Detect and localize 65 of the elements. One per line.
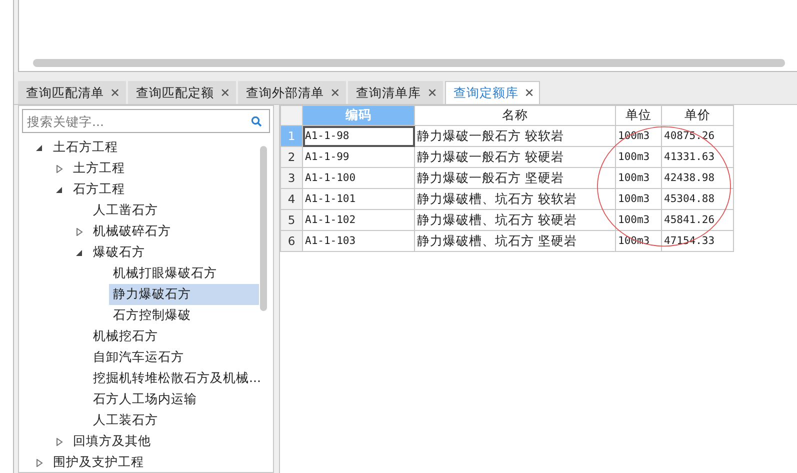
tab[interactable]: 查询匹配定额 ✕ bbox=[128, 81, 236, 104]
collapsed-triangle-icon[interactable] bbox=[56, 438, 62, 446]
tab[interactable]: 查询清单库 ✕ bbox=[348, 81, 444, 104]
table-cell: 45304.88 bbox=[662, 188, 734, 210]
tree-item[interactable]: 自卸汽车运石方 bbox=[89, 347, 188, 368]
row-number[interactable]: 4 bbox=[280, 188, 302, 210]
tree-item[interactable]: 石方工程 bbox=[69, 179, 129, 200]
tree-item[interactable]: 人工装石方 bbox=[89, 410, 162, 431]
tree-item[interactable]: 人工凿石方 bbox=[89, 200, 162, 221]
collapsed-triangle-icon[interactable] bbox=[56, 164, 62, 172]
table-cell: 100m3 bbox=[616, 188, 662, 210]
column-header[interactable]: 名称 bbox=[414, 106, 616, 126]
tree-item[interactable]: 石方人工场内运输 bbox=[89, 389, 201, 410]
column-header[interactable]: 单位 bbox=[616, 106, 662, 126]
tree-item[interactable]: 机械打眼爆破石方 bbox=[109, 263, 221, 284]
tree-item[interactable]: 机械挖石方 bbox=[89, 326, 162, 347]
row-number[interactable]: 5 bbox=[280, 210, 302, 230]
table-cell: 41331.63 bbox=[662, 146, 734, 168]
table-cell: A1-1-99 bbox=[302, 146, 414, 168]
table-cell: A1-1-101 bbox=[302, 188, 414, 210]
table-cell: 静力爆破一般石方 较硬岩 bbox=[414, 146, 616, 168]
close-button[interactable]: ✕ bbox=[330, 86, 340, 100]
close-button[interactable]: ✕ bbox=[110, 86, 120, 100]
table-cell: A1-1-102 bbox=[302, 210, 414, 230]
tree-item[interactable]: 土方工程 bbox=[69, 158, 129, 179]
column-header[interactable]: 单价 bbox=[662, 106, 734, 126]
tree-item[interactable]: 静力爆破石方 bbox=[109, 284, 259, 305]
close-button[interactable]: ✕ bbox=[524, 86, 534, 100]
collapsed-triangle-icon[interactable] bbox=[36, 458, 42, 466]
table-cell: A1-1-98 bbox=[302, 126, 414, 146]
vertical-scrollbar[interactable] bbox=[260, 146, 267, 311]
row-number[interactable]: 6 bbox=[280, 230, 302, 252]
table-cell: A1-1-103 bbox=[302, 230, 414, 252]
close-button[interactable]: ✕ bbox=[427, 86, 438, 100]
row-number[interactable]: 3 bbox=[280, 168, 302, 188]
expanded-triangle-icon[interactable] bbox=[36, 144, 42, 152]
row-number[interactable]: 2 bbox=[280, 146, 302, 168]
tab[interactable]: 查询外部清单 ✕ bbox=[238, 81, 346, 104]
table-cell: A1-1-100 bbox=[302, 168, 414, 188]
tab[interactable]: 查询匹配清单 ✕ bbox=[18, 81, 126, 104]
close-button[interactable]: ✕ bbox=[220, 86, 230, 100]
table-cell: 100m3 bbox=[616, 210, 662, 230]
search-icon[interactable] bbox=[251, 116, 262, 127]
collapsed-triangle-icon[interactable] bbox=[76, 228, 82, 236]
table-cell: 静力爆破槽、坑石方 坚硬岩 bbox=[414, 230, 616, 252]
tree-item[interactable]: 土石方工程 bbox=[49, 137, 122, 158]
tree-item[interactable]: 回填方及其他 bbox=[69, 431, 155, 452]
tree-item[interactable]: 挖掘机转堆松散石方及机械... bbox=[89, 368, 265, 389]
tree-item[interactable]: 爆破石方 bbox=[89, 242, 149, 263]
expanded-triangle-icon[interactable] bbox=[76, 248, 82, 256]
tree-item[interactable]: 机械破碎石方 bbox=[89, 221, 175, 242]
table-cell: 静力爆破一般石方 较软岩 bbox=[414, 126, 616, 146]
table-cell: 静力爆破槽、坑石方 较软岩 bbox=[414, 188, 616, 210]
tree-item[interactable]: 石方控制爆破 bbox=[109, 305, 195, 326]
horizontal-scrollbar[interactable] bbox=[33, 59, 785, 67]
search-field[interactable]: 搜索关键字... bbox=[22, 109, 270, 133]
expanded-triangle-icon[interactable] bbox=[56, 186, 62, 194]
tree-item[interactable]: 围护及支护工程 bbox=[49, 452, 148, 473]
tab[interactable]: 查询定额库 ✕ bbox=[445, 81, 540, 104]
table-cell: 100m3 bbox=[616, 146, 662, 168]
table-cell: 42438.98 bbox=[662, 168, 734, 188]
table-cell: 100m3 bbox=[616, 168, 662, 188]
table-cell: 45841.26 bbox=[662, 210, 734, 230]
table-cell: 静力爆破槽、坑石方 较硬岩 bbox=[414, 210, 616, 230]
table-cell: 静力爆破一般石方 坚硬岩 bbox=[414, 168, 616, 188]
